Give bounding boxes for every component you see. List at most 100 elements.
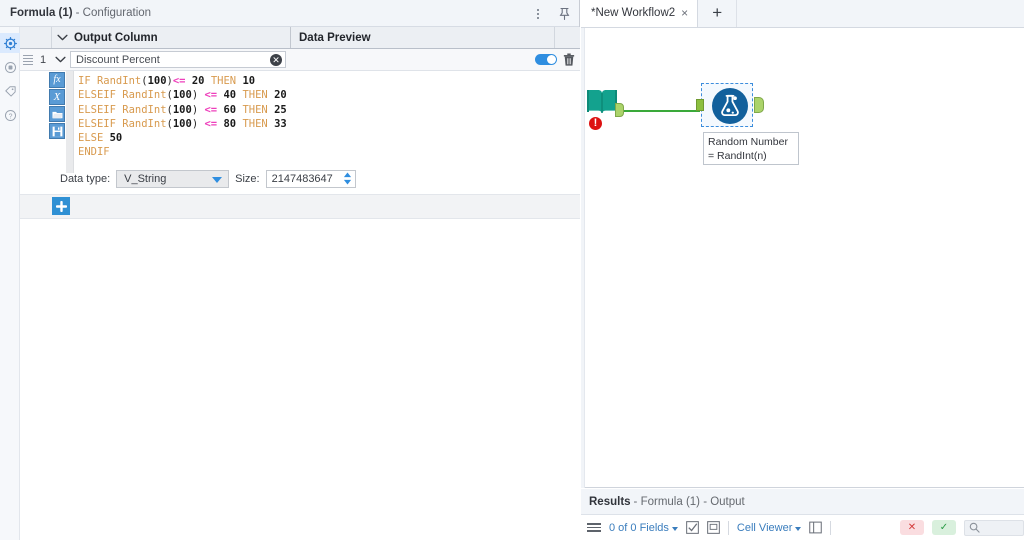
configuration-subtitle: - Configuration — [75, 7, 152, 19]
output-column-input-wrap[interactable]: ✕ — [70, 51, 286, 68]
toolbar-divider — [830, 520, 832, 535]
flask-icon — [721, 94, 739, 116]
output-column-input[interactable] — [71, 52, 261, 67]
save-expression-icon[interactable] — [49, 123, 65, 139]
add-formula-button[interactable] — [52, 197, 70, 215]
data-type-row: Data type: V_String Size: 2147483647 — [60, 170, 356, 188]
folder-open-icon — [51, 111, 63, 118]
delete-row-trash-icon[interactable] — [563, 52, 575, 67]
formula-input-anchor[interactable] — [696, 99, 704, 111]
node-connection-line[interactable] — [616, 110, 700, 112]
plus-icon — [55, 200, 67, 212]
chevron-down-icon — [54, 56, 66, 63]
expression-token: ENDIF — [78, 146, 110, 159]
expression-code[interactable]: IF RandInt(100)<= 20 THEN 10 ELSEIF RandI… — [78, 74, 287, 160]
expression-token: RandInt — [122, 89, 167, 102]
size-input-wrap[interactable]: 2147483647 — [265, 170, 356, 188]
tab-label: *New Workflow2 — [591, 7, 676, 19]
success-count-badge[interactable]: ✓ — [932, 520, 956, 535]
node-error-badge[interactable]: ! — [588, 116, 603, 131]
size-value: 2147483647 — [271, 173, 333, 185]
tab-new-workflow2[interactable]: *New Workflow2 × — [581, 0, 699, 27]
expression-token: 20 — [274, 89, 287, 102]
workflow-canvas[interactable] — [581, 28, 1024, 488]
size-label: Size: — [235, 173, 260, 185]
configuration-empty-area — [20, 219, 580, 540]
node-formula-selected[interactable] — [701, 83, 753, 127]
expression-token: <= — [204, 89, 218, 102]
open-expression-folder-icon[interactable] — [49, 106, 65, 122]
expression-line: IF RandInt(100)<= 20 THEN 10 — [78, 74, 287, 88]
results-list-view-icon[interactable] — [587, 521, 601, 535]
node-label-line-1: Random Number — [708, 136, 788, 148]
expression-token: 10 — [242, 75, 256, 87]
expression-token: RandInt — [122, 103, 167, 116]
expression-line: ELSEIF RandInt(100) <= 80 THEN 33 — [78, 117, 287, 131]
chevron-down-icon — [212, 177, 223, 183]
expand-all-chevron-icon[interactable] — [52, 34, 72, 41]
expression-line: ELSEIF RandInt(100) <= 60 THEN 25 — [78, 103, 287, 117]
formula-output-anchor[interactable] — [754, 97, 764, 113]
expression-token: ) — [191, 103, 205, 116]
select-all-fields-icon[interactable] — [686, 521, 699, 534]
expression-token: 50 — [109, 132, 123, 145]
close-icon[interactable]: × — [681, 7, 688, 19]
add-tab-button[interactable]: + — [698, 0, 738, 27]
stepper-down-icon[interactable] — [343, 179, 352, 185]
data-type-label: Data type: — [60, 173, 111, 185]
app-window: Formula (1) - Configuration ? Output Col… — [0, 0, 1024, 540]
drag-line — [23, 63, 33, 65]
expression-token: ELSE — [78, 132, 110, 145]
expression-token: RandInt — [122, 117, 167, 130]
column-header-actions — [554, 27, 580, 48]
error-count-badge[interactable]: ✕ — [900, 520, 924, 535]
tag-icon — [4, 85, 16, 97]
node-input-data[interactable]: ! — [584, 86, 624, 131]
cell-viewer-selector[interactable]: Cell Viewer — [737, 522, 802, 534]
results-title-bar: Results - Formula (1) - Output — [581, 489, 1024, 515]
row-drag-handle[interactable] — [20, 49, 36, 71]
row-enabled-toggle[interactable] — [535, 54, 557, 65]
column-layout-icon[interactable] — [809, 521, 823, 534]
chevron-down-icon — [56, 34, 68, 41]
rail-help-icon[interactable]: ? — [0, 105, 20, 125]
size-stepper[interactable] — [343, 172, 352, 185]
rail-gear-icon[interactable] — [0, 33, 20, 53]
expression-token: ) — [191, 89, 205, 102]
expression-token: THEN — [242, 89, 268, 102]
output-anchor[interactable] — [615, 103, 624, 117]
expression-token: ELSEIF — [78, 117, 123, 130]
expression-token: 33 — [274, 117, 287, 130]
configuration-pane: Formula (1) - Configuration ? Output Col… — [0, 0, 580, 540]
fields-selector[interactable]: 0 of 0 Fields — [609, 522, 678, 534]
clear-output-column-icon[interactable]: ✕ — [270, 54, 282, 66]
expression-line: ELSE 50 — [78, 131, 287, 145]
results-search-input[interactable] — [964, 519, 1024, 536]
expression-token: <= — [204, 103, 218, 116]
pin-icon[interactable] — [558, 7, 571, 21]
stepper-up-icon[interactable] — [343, 172, 352, 178]
annotation-icon — [4, 61, 16, 73]
chevron-down-icon — [795, 526, 802, 531]
insert-function-icon[interactable]: fx — [49, 72, 65, 88]
expression-token: 100 — [147, 75, 167, 87]
row-expand-chevron-icon[interactable] — [50, 56, 70, 63]
drag-line — [23, 60, 33, 62]
kebab-dot — [537, 12, 539, 15]
workflow-pane: *New Workflow2 × + ! Random Number = Ran… — [581, 0, 1024, 540]
results-pane: Results - Formula (1) - Output 0 of 0 Fi… — [581, 489, 1024, 540]
copy-fields-icon[interactable] — [707, 521, 720, 534]
column-header-output-column: Output Column — [74, 31, 158, 44]
formula-row: 1 ✕ — [20, 49, 580, 71]
rail-annotation-icon[interactable] — [0, 57, 20, 77]
row-number: 1 — [39, 53, 47, 66]
more-options-icon[interactable] — [532, 7, 544, 21]
rail-tag-icon[interactable] — [0, 81, 20, 101]
expression-token: 20 — [191, 75, 205, 87]
data-type-select[interactable]: V_String — [116, 170, 230, 188]
configuration-title-bar: Formula (1) - Configuration — [0, 0, 579, 27]
kebab-dot — [537, 8, 539, 11]
insert-variable-icon[interactable]: X — [49, 89, 65, 105]
column-header-data-preview: Data Preview — [299, 31, 371, 44]
expression-token: ELSEIF — [78, 89, 123, 102]
